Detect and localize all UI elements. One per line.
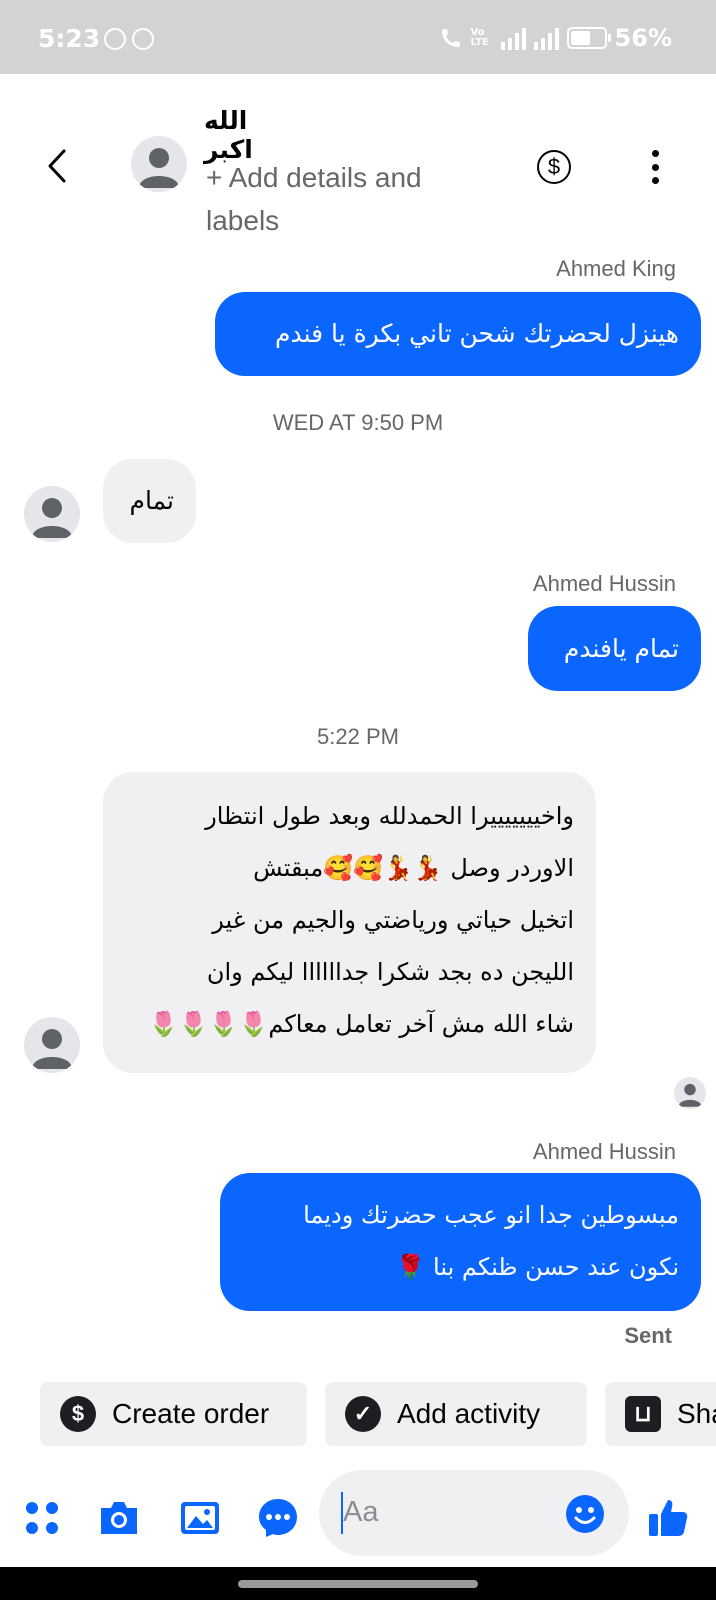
add-details-link[interactable]: + Add details and labels [206,156,466,242]
sender-label: Ahmed King [556,256,676,281]
back-arrow-icon[interactable] [40,146,74,186]
compass-icon [132,28,154,50]
sent-status: Sent [624,1323,672,1348]
home-gesture-handle[interactable] [238,1580,478,1588]
outgoing-message[interactable]: مبسوطين جدا انو عجب حضرتك وديما نكون عند… [220,1173,701,1311]
seen-indicator-avatar [674,1077,706,1109]
more-options-icon[interactable] [648,150,662,184]
camera-icon[interactable] [97,1496,141,1540]
avatar[interactable] [24,486,80,542]
sync-icon [104,28,126,50]
like-icon[interactable] [646,1496,690,1540]
battery-icon [566,27,611,49]
button-label: Add activity [397,1398,541,1429]
person-icon [32,1029,72,1069]
check-icon: ✓ [345,1396,381,1432]
message-line: شاء الله مش آخر تعامل معاكم🌷🌷🌷🌷 [148,1010,574,1038]
message-line: واخيييييييرا الحمدلله وبعد طول انتظار [205,802,574,830]
gallery-icon[interactable] [178,1496,222,1540]
signal-icon-2 [533,26,559,50]
share-button[interactable]: ⊔ Share [605,1382,716,1446]
create-order-button[interactable]: $ Create order [40,1382,307,1446]
message-text: تمام يافندم [563,634,679,663]
messenger-icon[interactable] [256,1496,300,1540]
battery-level: 56% [614,24,672,52]
message-text: تمام [129,486,174,515]
message-line: الاوردر وصل 💃💃🥰🥰مبقتش [253,854,574,882]
incoming-message[interactable]: واخيييييييرا الحمدلله وبعد طول انتظار ال… [103,772,596,1073]
status-bar: 5:23 Vo LTE 56% [0,0,716,74]
message-line: مبسوطين جدا انو عجب حضرتك وديما [303,1201,679,1229]
apps-icon[interactable] [20,1496,64,1540]
network-type: Vo LTE [470,27,489,48]
person-icon [678,1083,702,1107]
chat-header: الله اكبر + Add details and labels $ [0,74,716,244]
timestamp: 5:22 PM [317,724,399,749]
message-line: الليجن ده بجد شكرا جداااااا ليكم وان [206,958,574,986]
button-label: Create order [112,1398,270,1429]
status-time: 5:23 [38,24,101,53]
system-nav-bar [0,1567,716,1600]
outgoing-message[interactable]: تمام يافندم [528,606,701,691]
sender-label: Ahmed Hussin [532,1139,676,1164]
person-icon [32,498,72,538]
timestamp: WED AT 9:50 PM [272,410,444,435]
button-label: Share [677,1398,716,1429]
wifi-call-icon [441,29,460,47]
avatar[interactable] [24,1017,80,1073]
dollar-icon: $ [60,1396,96,1432]
add-activity-button[interactable]: ✓ Add activity [325,1382,587,1446]
message-text: هينزل لحضرتك شحن تاني بكرة يا فندم [275,319,679,348]
shop-icon: ⊔ [625,1396,661,1432]
incoming-message[interactable]: تمام [103,459,196,543]
signal-icon [500,26,526,50]
person-icon [139,148,179,188]
notification-icons [104,28,154,50]
avatar[interactable] [131,136,187,192]
payment-button[interactable]: $ [537,150,571,184]
message-line: نكون عند حسن ظنكم بنا 🌹 [395,1253,679,1281]
quick-actions-bar: $ Create order ✓ Add activity ⊔ Share [40,1382,716,1446]
message-line: اتخيل حياتي ورياضتي والجيم من غير [212,906,574,934]
emoji-icon[interactable] [565,1494,605,1534]
status-indicators: Vo LTE 56% [439,24,672,52]
sender-label: Ahmed Hussin [532,571,676,596]
input-placeholder: Aa [343,1496,379,1528]
outgoing-message[interactable]: هينزل لحضرتك شحن تاني بكرة يا فندم [215,292,701,376]
